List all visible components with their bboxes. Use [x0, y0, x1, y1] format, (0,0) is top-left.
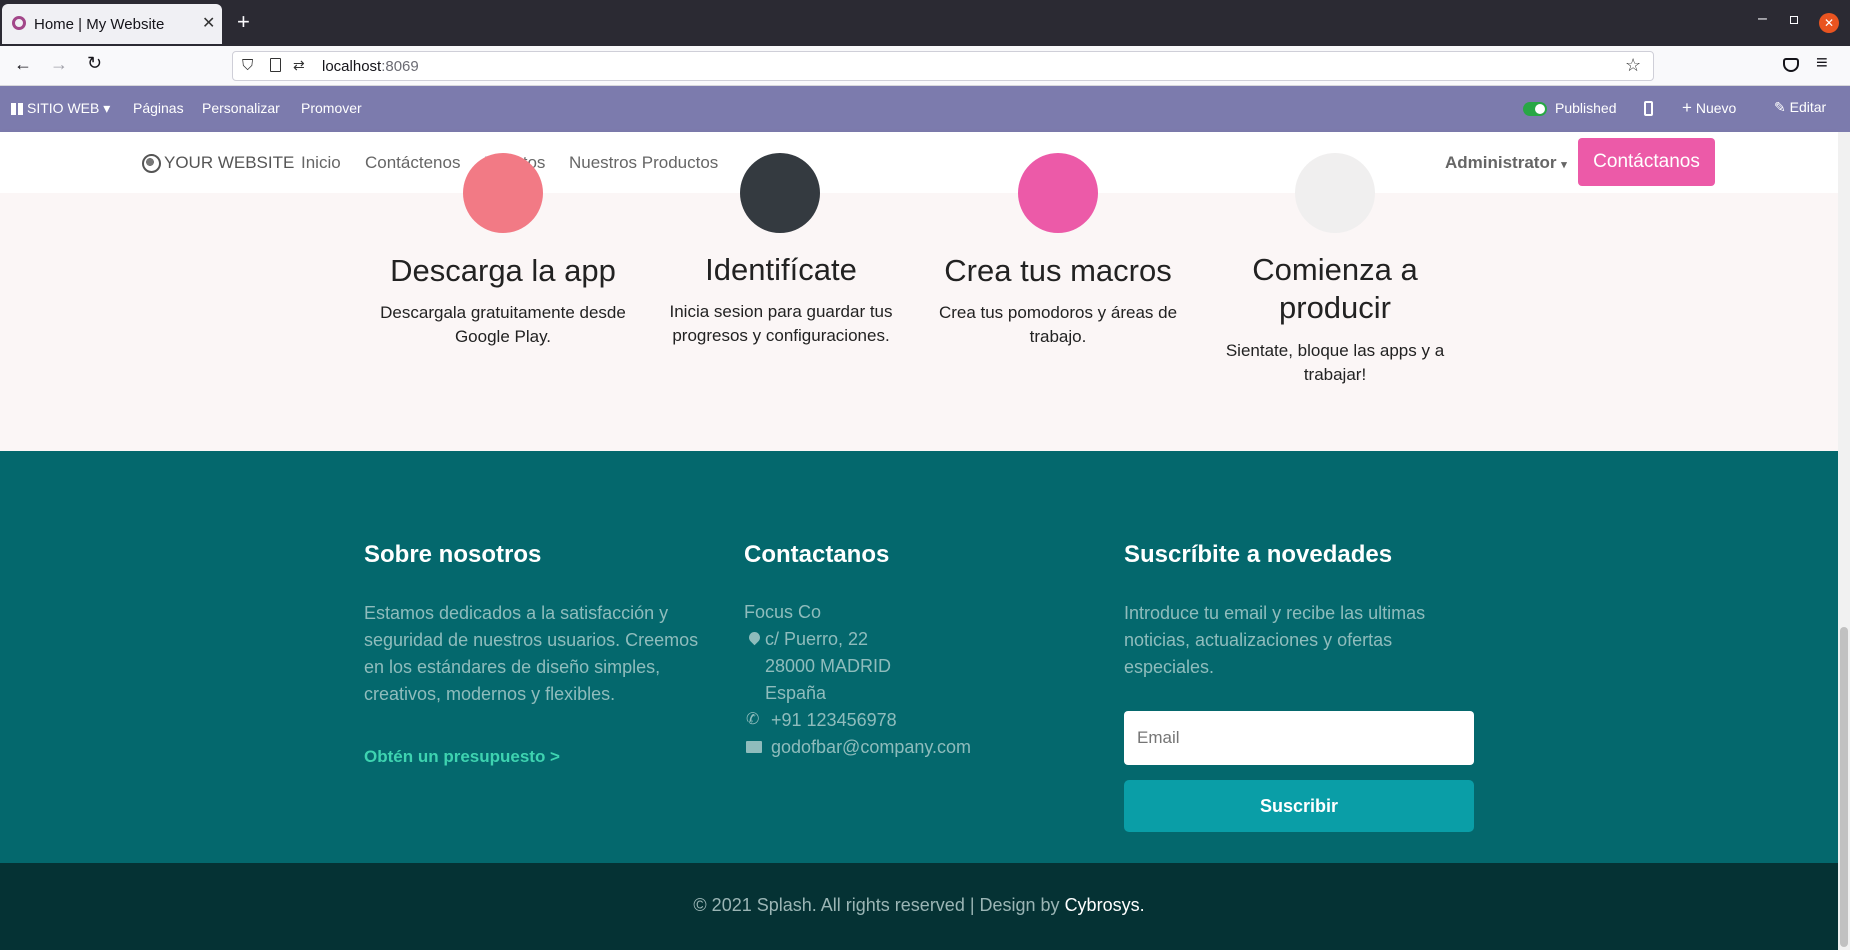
map-marker-icon — [746, 629, 763, 646]
close-window-icon[interactable]: ✕ — [1819, 13, 1839, 33]
nav-nuestros-productos[interactable]: Nuestros Productos — [569, 153, 718, 173]
globe-icon — [142, 154, 161, 173]
step-2-icon — [740, 153, 820, 233]
extensions-pocket-icon[interactable] — [1783, 58, 1799, 72]
contact-city: 28000 MADRID — [765, 656, 892, 676]
about-title: Sobre nosotros — [364, 541, 542, 568]
site-logo[interactable]: YOUR WEBSITE — [164, 153, 294, 173]
close-tab-icon[interactable]: ✕ — [202, 13, 215, 33]
step-4-icon — [1295, 153, 1375, 233]
step-3-icon — [1018, 153, 1098, 233]
step-2-text: Inicia sesion para guardar tus progresos… — [669, 302, 893, 345]
menu-personalizar[interactable]: Personalizar — [202, 100, 280, 116]
shield-icon[interactable]: ⛉ — [242, 57, 253, 74]
subscribe-title: Suscríbite a novedades — [1124, 541, 1393, 568]
odoo-favicon-icon — [12, 16, 26, 30]
tab-title: Home | My Website — [34, 16, 165, 33]
cybrosys-link[interactable]: Cybrosys. — [1065, 895, 1145, 915]
user-menu[interactable]: Administrator ▾ — [1445, 153, 1567, 173]
quote-link[interactable]: Obtén un presupuesto > — [364, 747, 560, 767]
mobile-preview-icon[interactable] — [1644, 101, 1653, 116]
contact-country: España — [765, 683, 827, 703]
new-button[interactable]: + Nuevo — [1682, 98, 1736, 118]
contact-cta-button[interactable]: Contáctanos — [1578, 138, 1715, 186]
contact-title: Contactanos — [744, 541, 890, 568]
contact-phone: +91 123456978 — [771, 710, 897, 730]
site-menu[interactable]: SITIO WEB ▾ — [27, 100, 110, 117]
user-name: Administrator — [1445, 153, 1557, 172]
url-bar[interactable]: ⛉ ⇄ localhost:8069 ☆ — [232, 51, 1654, 81]
step-3-title: Crea tus macros — [944, 253, 1172, 288]
nav-inicio[interactable]: Inicio — [301, 153, 341, 173]
url-host: localhost — [322, 58, 382, 75]
contact-street: c/ Puerro, 22 — [765, 629, 869, 649]
new-label: Nuevo — [1695, 100, 1737, 116]
step-1-title: Descarga la app — [390, 253, 616, 288]
step-1-icon — [463, 153, 543, 233]
site-menu-label: SITIO WEB — [27, 100, 100, 116]
subscribe-button[interactable]: Suscribir — [1124, 780, 1474, 832]
envelope-icon — [746, 741, 762, 753]
copyright-bar: © 2021 Splash. All rights reserved | Des… — [0, 863, 1838, 950]
scrollbar-thumb[interactable] — [1840, 627, 1848, 947]
copyright: © 2021 Splash. All rights reserved | Des… — [0, 895, 1838, 916]
phone-icon: ✆ — [746, 711, 760, 728]
minimize-icon[interactable]: – — [1758, 10, 1767, 28]
copyright-text: © 2021 Splash. All rights reserved | Des… — [693, 895, 1065, 915]
steps-section: Descarga la app Descargala gratuitamente… — [0, 153, 1838, 451]
published-label[interactable]: Published — [1555, 100, 1617, 116]
published-toggle[interactable] — [1523, 102, 1547, 116]
browser-tab-bar: Home | My Website ✕ + – ✕ — [0, 0, 1850, 46]
step-4-text: Sientate, bloque las apps y a trabajar! — [1225, 341, 1445, 384]
plus-icon: + — [1682, 98, 1692, 117]
step-4-title: Comienza a producir — [1252, 252, 1418, 325]
step-2-title: Identifícate — [705, 252, 857, 287]
step-1-text: Descargala gratuitamente desde Google Pl… — [380, 303, 626, 346]
forward-icon: → — [50, 54, 68, 74]
menu-promover[interactable]: Promover — [301, 100, 362, 116]
url-text: localhost:8069 — [322, 58, 419, 75]
nav-contactenos[interactable]: Contáctenos — [365, 153, 460, 173]
odoo-editor-bar: SITIO WEB ▾ Páginas Personalizar Promove… — [0, 86, 1850, 132]
edit-label: Editar — [1789, 99, 1827, 115]
footer: Sobre nosotros Estamos dedicados a la sa… — [0, 451, 1838, 863]
website-header: YOUR WEBSITE Inicio Contáctenos Eventos … — [0, 132, 1838, 193]
bookmark-star-icon[interactable]: ☆ — [1625, 55, 1641, 76]
menu-paginas[interactable]: Páginas — [133, 100, 184, 116]
pencil-icon: ✎ — [1774, 99, 1786, 115]
email-input[interactable] — [1124, 711, 1474, 765]
apps-grid-icon[interactable] — [11, 103, 23, 115]
url-port: :8069 — [381, 58, 419, 75]
browser-tab[interactable]: Home | My Website ✕ — [2, 4, 222, 44]
subscribe-text: Introduce tu email y recibe las ultimas … — [1124, 603, 1426, 677]
edit-button[interactable]: ✎ Editar — [1774, 99, 1826, 116]
about-text: Estamos dedicados a la satisfacción y se… — [364, 603, 699, 704]
menu-icon[interactable]: ≡ — [1816, 52, 1828, 75]
step-3-text: Crea tus pomodoros y áreas de trabajo. — [938, 303, 1178, 346]
permissions-icon[interactable]: ⇄ — [293, 57, 305, 74]
back-icon[interactable]: ← — [14, 54, 32, 75]
restore-icon[interactable] — [1790, 16, 1798, 24]
page-icon[interactable] — [270, 58, 281, 72]
contact-email[interactable]: godofbar@company.com — [771, 734, 971, 761]
contact-company: Focus Co — [744, 602, 822, 622]
caret-down-icon: ▾ — [1561, 159, 1567, 171]
new-tab-icon[interactable]: + — [237, 9, 250, 35]
reload-icon[interactable]: ↻ — [87, 53, 102, 74]
